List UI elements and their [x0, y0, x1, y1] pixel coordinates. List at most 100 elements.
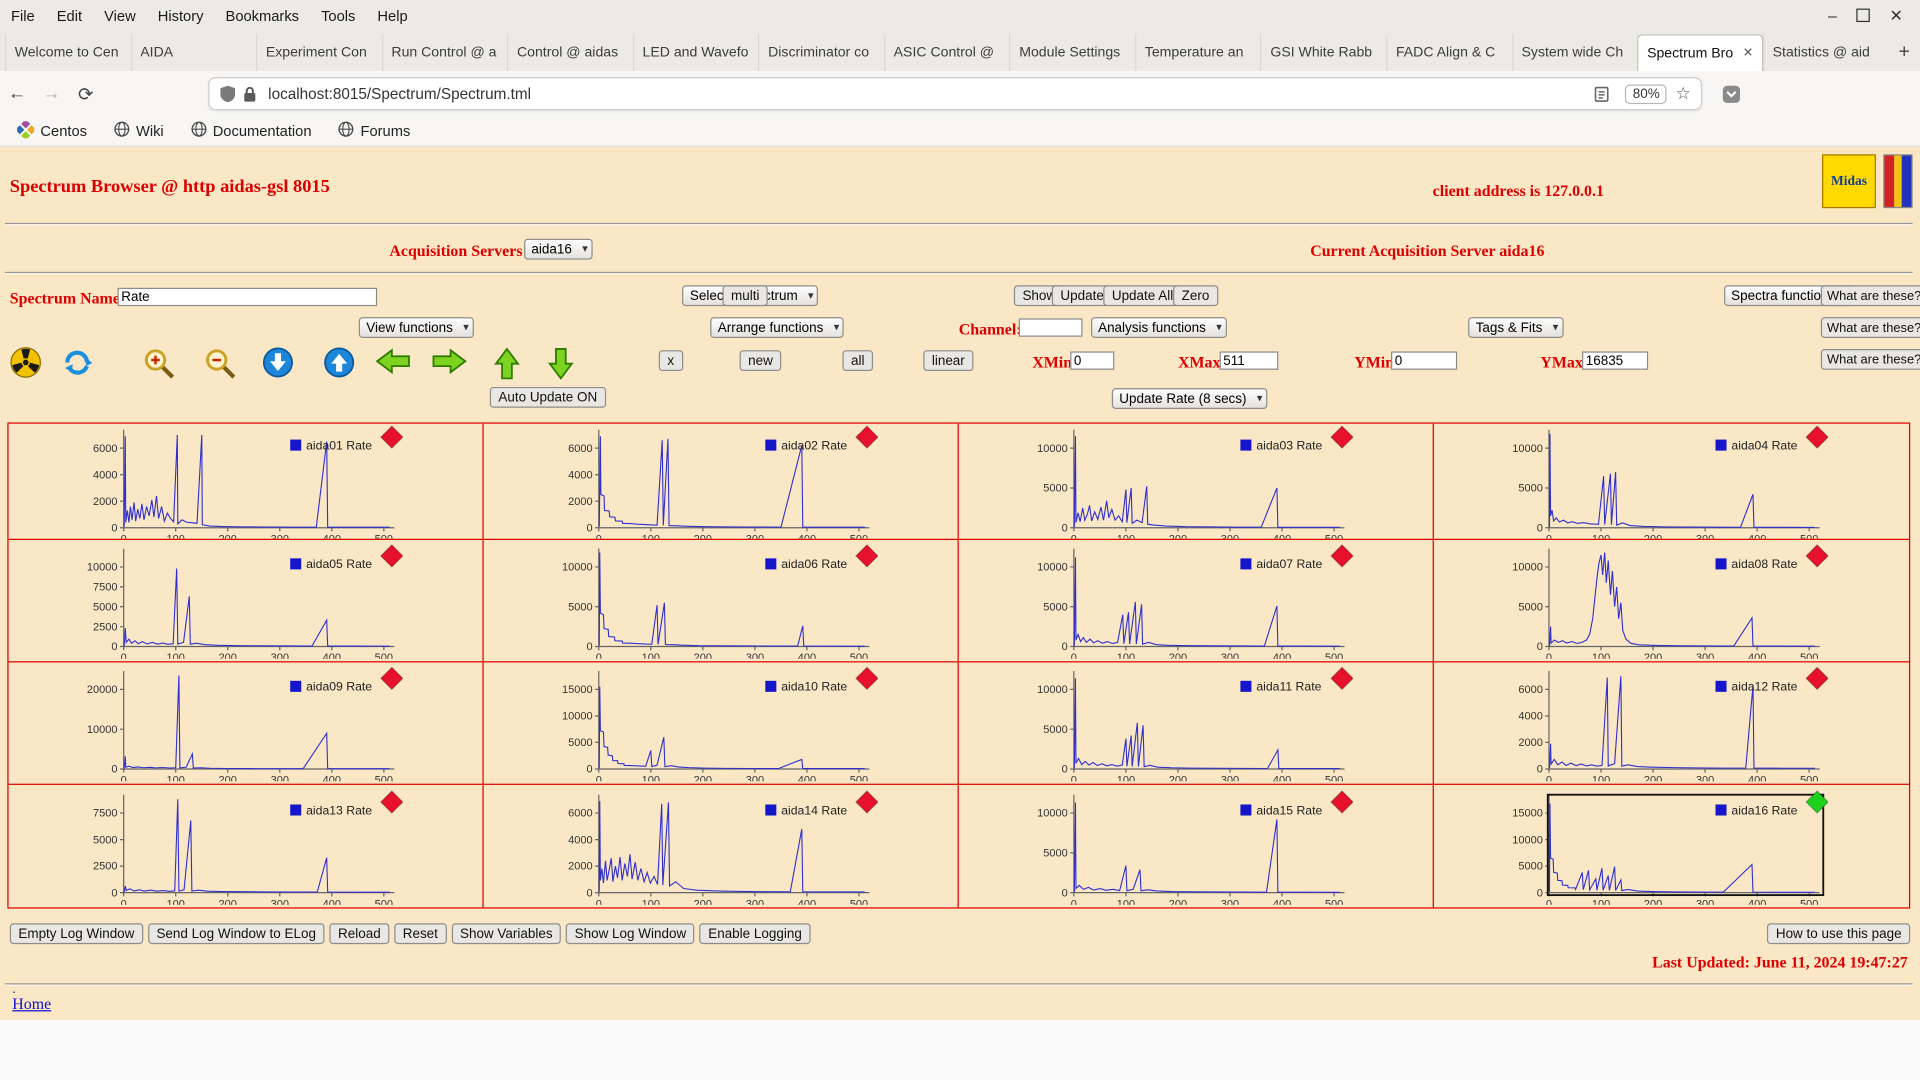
- tab-system-wide-ch[interactable]: System wide Ch: [1512, 34, 1638, 71]
- zero-button[interactable]: Zero: [1173, 285, 1218, 306]
- tab-discriminator-co[interactable]: Discriminator co: [758, 34, 884, 71]
- acquisition-server-select[interactable]: aida16: [524, 239, 593, 260]
- tab-gsi-white-rabb[interactable]: GSI White Rabb: [1261, 34, 1387, 71]
- spectrum-chart[interactable]: 05000100000100200300400500aida04 Rate: [1434, 424, 1828, 540]
- spectrum-cell-aida16[interactable]: 0500010000150000100200300400500aida16 Ra…: [1434, 785, 1909, 907]
- tags-fits-dropdown[interactable]: Tags & Fits: [1468, 317, 1563, 338]
- view-functions-dropdown[interactable]: View functions: [359, 317, 474, 338]
- auto-update-button[interactable]: Auto Update ON: [490, 387, 606, 408]
- spectrum-cell-aida01[interactable]: 02000400060000100200300400500aida01 Rate: [9, 424, 484, 540]
- tab-asic-control[interactable]: ASIC Control @: [884, 34, 1010, 71]
- channel-input[interactable]: [1019, 318, 1083, 336]
- reader-mode-icon[interactable]: [1594, 85, 1611, 102]
- tab-spectrum-bro[interactable]: Spectrum Bro✕: [1637, 34, 1763, 71]
- show-variables-button[interactable]: Show Variables: [451, 923, 561, 944]
- forward-button[interactable]: →: [34, 83, 68, 104]
- spectrum-chart[interactable]: 0500010000150000100200300400500aida10 Ra…: [484, 665, 878, 781]
- what-are-these-button-3[interactable]: What are these?: [1821, 349, 1920, 370]
- spectrum-chart[interactable]: 02000400060000100200300400500aida02 Rate: [484, 424, 878, 540]
- spectrum-cell-aida14[interactable]: 02000400060000100200300400500aida14 Rate: [484, 785, 959, 907]
- move-up-icon[interactable]: [323, 347, 355, 383]
- enable-logging-button[interactable]: Enable Logging: [700, 923, 811, 944]
- zoom-out-icon[interactable]: [203, 347, 237, 384]
- bookmark-wiki[interactable]: Wiki: [114, 121, 164, 141]
- analysis-functions-dropdown[interactable]: Analysis functions: [1091, 317, 1227, 338]
- bookmark-centos[interactable]: Centos: [17, 121, 87, 142]
- linear-button[interactable]: linear: [923, 350, 973, 371]
- close-button[interactable]: ✕: [1890, 7, 1903, 23]
- spectrum-chart[interactable]: 02000400060000100200300400500aida01 Rate: [9, 424, 403, 540]
- spectrum-chart[interactable]: 05000100000100200300400500aida11 Rate: [959, 665, 1353, 781]
- back-button[interactable]: ←: [0, 83, 34, 104]
- shield-icon[interactable]: [219, 84, 236, 102]
- all-button[interactable]: all: [842, 350, 873, 371]
- spectrum-cell-aida05[interactable]: 0250050007500100000100200300400500aida05…: [9, 540, 484, 662]
- xmin-input[interactable]: [1070, 351, 1114, 369]
- menu-help[interactable]: Help: [366, 0, 418, 31]
- tab-led-and-wavefo[interactable]: LED and Wavefo: [633, 34, 759, 71]
- spectrum-chart[interactable]: 05000100000100200300400500aida06 Rate: [484, 542, 878, 658]
- spectrum-chart[interactable]: 05000100000100200300400500aida08 Rate: [1434, 542, 1828, 658]
- what-are-these-button-1[interactable]: What are these?: [1821, 285, 1920, 306]
- bookmark-star-icon[interactable]: ☆: [1676, 83, 1691, 104]
- arrow-down-icon[interactable]: [546, 347, 575, 385]
- tab-welcome-to-cen[interactable]: Welcome to Cen: [5, 34, 131, 71]
- spectrum-chart[interactable]: 05000100000100200300400500aida07 Rate: [959, 542, 1353, 658]
- spectrum-cell-aida06[interactable]: 05000100000100200300400500aida06 Rate: [484, 540, 959, 662]
- tab-aida[interactable]: AIDA: [130, 34, 256, 71]
- what-are-these-button-2[interactable]: What are these?: [1821, 317, 1920, 338]
- spectrum-cell-aida13[interactable]: 02500500075000100200300400500aida13 Rate: [9, 785, 484, 907]
- spectrum-cell-aida03[interactable]: 05000100000100200300400500aida03 Rate: [959, 424, 1434, 540]
- url-bar[interactable]: localhost:8015/Spectrum/Spectrum.tml 80%…: [208, 77, 1702, 110]
- arrow-up-icon[interactable]: [492, 347, 521, 385]
- show-log-window-button[interactable]: Show Log Window: [566, 923, 695, 944]
- arrow-right-icon[interactable]: [431, 347, 468, 380]
- spectrum-chart[interactable]: 02000400060000100200300400500aida14 Rate: [484, 788, 878, 904]
- arrow-left-icon[interactable]: [375, 347, 412, 380]
- tab-temperature-an[interactable]: Temperature an: [1135, 34, 1261, 71]
- tab-experiment-con[interactable]: Experiment Con: [256, 34, 382, 71]
- radiation-icon[interactable]: [10, 347, 42, 383]
- update-rate-dropdown[interactable]: Update Rate (8 secs): [1112, 388, 1267, 409]
- new-tab-button[interactable]: +: [1888, 34, 1920, 71]
- how-to-use-button[interactable]: How to use this page: [1767, 923, 1910, 944]
- empty-log-window-button[interactable]: Empty Log Window: [10, 923, 143, 944]
- bookmark-forums[interactable]: Forums: [338, 121, 410, 141]
- spectrum-cell-aida12[interactable]: 02000400060000100200300400500aida12 Rate: [1434, 662, 1909, 784]
- lock-icon[interactable]: [242, 85, 257, 102]
- spectrum-cell-aida02[interactable]: 02000400060000100200300400500aida02 Rate: [484, 424, 959, 540]
- new-button[interactable]: new: [740, 350, 782, 371]
- spectrum-cell-aida10[interactable]: 0500010000150000100200300400500aida10 Ra…: [484, 662, 959, 784]
- refresh-icon[interactable]: [61, 347, 93, 383]
- ymax-input[interactable]: [1582, 351, 1648, 369]
- menu-history[interactable]: History: [147, 0, 215, 31]
- move-down-icon[interactable]: [262, 347, 294, 383]
- spectrum-cell-aida08[interactable]: 05000100000100200300400500aida08 Rate: [1434, 540, 1909, 662]
- spectrum-chart[interactable]: 0250050007500100000100200300400500aida05…: [9, 542, 403, 658]
- menu-view[interactable]: View: [93, 0, 147, 31]
- menu-bookmarks[interactable]: Bookmarks: [214, 0, 310, 31]
- spectrum-cell-aida11[interactable]: 05000100000100200300400500aida11 Rate: [959, 662, 1434, 784]
- tab-module-settings[interactable]: Module Settings: [1009, 34, 1135, 71]
- spectrum-chart[interactable]: 010000200000100200300400500aida09 Rate: [9, 665, 403, 781]
- spectrum-cell-aida04[interactable]: 05000100000100200300400500aida04 Rate: [1434, 424, 1909, 540]
- zoom-in-icon[interactable]: [142, 347, 176, 384]
- menu-edit[interactable]: Edit: [46, 0, 93, 31]
- spectrum-cell-aida09[interactable]: 010000200000100200300400500aida09 Rate: [9, 662, 484, 784]
- pocket-icon[interactable]: [1722, 84, 1742, 104]
- spectrum-chart[interactable]: 05000100000100200300400500aida03 Rate: [959, 424, 1353, 540]
- arrange-functions-dropdown[interactable]: Arrange functions: [710, 317, 844, 338]
- menu-file[interactable]: File: [0, 0, 46, 31]
- x-button[interactable]: x: [659, 350, 683, 371]
- menu-tools[interactable]: Tools: [310, 0, 366, 31]
- zoom-indicator[interactable]: 80%: [1625, 84, 1667, 104]
- multi-button[interactable]: multi: [722, 285, 768, 306]
- xmax-input[interactable]: [1220, 351, 1279, 369]
- spectrum-cell-aida15[interactable]: 05000100000100200300400500aida15 Rate: [959, 785, 1434, 907]
- spectrum-cell-aida07[interactable]: 05000100000100200300400500aida07 Rate: [959, 540, 1434, 662]
- home-link[interactable]: Home: [12, 994, 51, 1014]
- tab-statistics-aid[interactable]: Statistics @ aid: [1763, 34, 1889, 71]
- spectrum-chart[interactable]: 05000100000100200300400500aida15 Rate: [959, 788, 1353, 904]
- reset-button[interactable]: Reset: [394, 923, 446, 944]
- maximize-button[interactable]: [1856, 9, 1869, 22]
